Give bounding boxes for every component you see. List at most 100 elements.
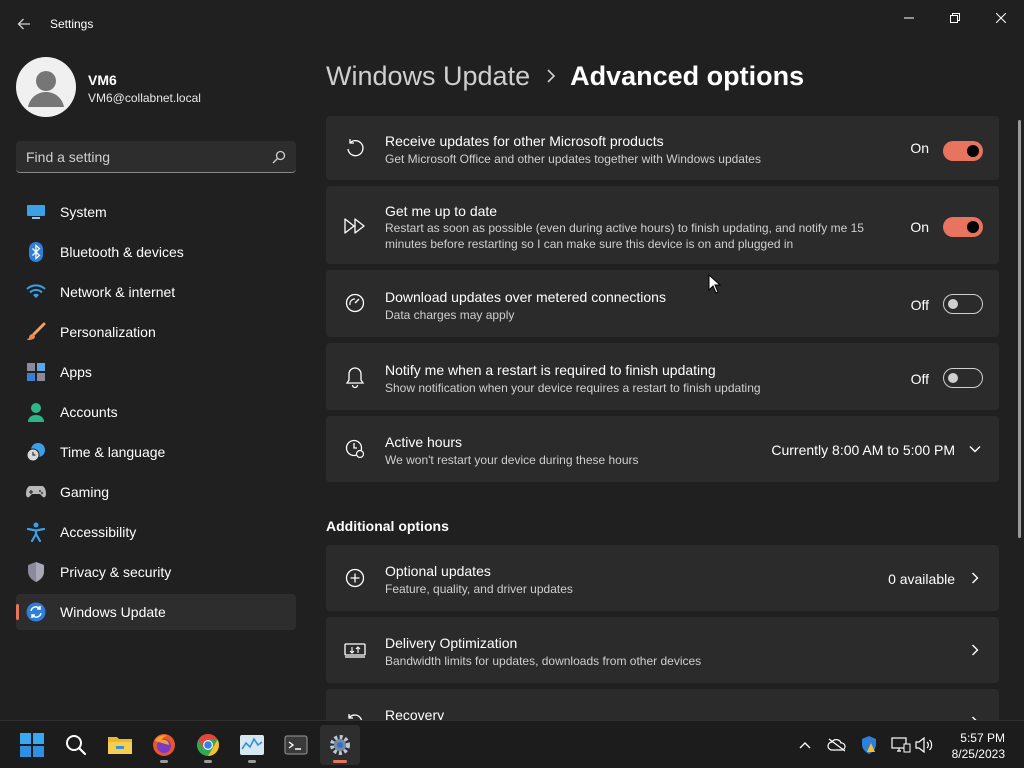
security-shield-icon[interactable] <box>859 735 879 755</box>
setting-card-active-hours[interactable]: Active hours We won't restart your devic… <box>326 416 999 482</box>
sidebar-item-system[interactable]: System <box>16 194 296 230</box>
wifi-icon <box>26 282 46 302</box>
setting-description: Feature, quality, and driver updates <box>385 582 573 596</box>
settings-content: Receive updates for other Microsoft prod… <box>326 112 999 720</box>
chevron-down-icon[interactable] <box>967 441 983 457</box>
delivery-optimization-icon <box>344 639 366 661</box>
setting-title: Download updates over metered connection… <box>385 289 666 305</box>
section-title: Additional options <box>326 518 449 534</box>
settings-icon <box>330 735 350 755</box>
chrome-icon <box>197 734 219 756</box>
setting-title: Receive updates for other Microsoft prod… <box>385 133 664 149</box>
back-button[interactable] <box>12 12 36 36</box>
taskbar-firefox[interactable] <box>144 725 184 765</box>
bluetooth-icon <box>26 242 46 262</box>
taskbar-task-manager[interactable] <box>232 725 272 765</box>
toggle-switch[interactable] <box>943 368 983 388</box>
chevron-up-icon[interactable] <box>795 735 815 755</box>
onedrive-offline-icon[interactable] <box>827 735 847 755</box>
page-title: Advanced options <box>570 60 805 91</box>
apps-icon <box>26 362 46 382</box>
sidebar-item-label: Bluetooth & devices <box>60 244 184 260</box>
app-title: Settings <box>50 17 94 31</box>
back-arrow-icon <box>17 18 30 30</box>
mouse-cursor-icon <box>708 274 722 294</box>
taskbar-search-button[interactable] <box>56 725 96 765</box>
setting-card-get-up-to-date: Get me up to date Restart as soon as pos… <box>326 186 999 264</box>
start-button[interactable] <box>12 725 52 765</box>
clock-time: 5:57 PM <box>960 731 1005 745</box>
add-circle-icon <box>344 567 366 589</box>
firefox-icon <box>153 734 175 756</box>
active-hours-value: Currently 8:00 AM to 5:00 PM <box>771 442 955 458</box>
optional-updates-count: 0 available <box>888 571 955 587</box>
close-button[interactable] <box>978 4 1024 32</box>
setting-title: Recovery <box>385 707 445 720</box>
setting-description: Restart as soon as possible (even during… <box>385 221 864 251</box>
user-profile[interactable]: VM6 VM6@collabnet.local <box>16 57 306 117</box>
optional-updates-card[interactable]: Optional updates Feature, quality, and d… <box>326 545 999 611</box>
search-box[interactable] <box>16 141 296 173</box>
task-manager-icon <box>240 735 264 755</box>
accessibility-icon <box>26 522 46 542</box>
restore-icon <box>950 13 960 23</box>
profile-name: VM6 <box>88 72 117 88</box>
terminal-icon <box>284 735 308 755</box>
toggle-switch[interactable] <box>943 141 983 161</box>
refresh-icon <box>344 137 366 159</box>
setting-description: Data charges may apply <box>385 308 515 322</box>
sidebar-item-windows-update[interactable]: Windows Update <box>16 594 296 630</box>
clock-settings-icon <box>344 438 366 460</box>
chevron-right-icon[interactable] <box>967 570 983 586</box>
update-icon <box>26 602 46 622</box>
minimize-button[interactable] <box>886 4 932 32</box>
shield-icon <box>26 562 46 582</box>
sidebar-item-apps[interactable]: Apps <box>16 354 296 390</box>
setting-title: Active hours <box>385 434 463 450</box>
system-icon <box>26 202 46 222</box>
sidebar-item-network[interactable]: Network & internet <box>16 274 296 310</box>
sidebar-item-label: Personalization <box>60 324 156 340</box>
file-explorer-icon <box>108 737 132 754</box>
volume-icon[interactable] <box>914 735 934 755</box>
breadcrumb-separator-icon <box>546 69 556 83</box>
taskbar: 5:57 PM 8/25/2023 <box>0 720 1024 768</box>
start-icon <box>20 733 44 757</box>
taskbar-clock[interactable]: 5:57 PM 8/25/2023 <box>952 730 1005 762</box>
taskbar-file-explorer[interactable] <box>100 725 140 765</box>
clock-globe-icon <box>26 442 46 462</box>
sidebar-nav: System Bluetooth & devices Network & int… <box>16 194 296 634</box>
sidebar-item-privacy[interactable]: Privacy & security <box>16 554 296 590</box>
setting-description: Show notification when your device requi… <box>385 381 761 395</box>
taskbar-settings[interactable] <box>320 725 360 765</box>
toggle-switch[interactable] <box>943 217 983 237</box>
search-input[interactable] <box>26 148 256 166</box>
restore-button[interactable] <box>932 4 978 32</box>
scrollbar[interactable] <box>1018 120 1021 538</box>
setting-title: Optional updates <box>385 563 491 579</box>
setting-description: Bandwidth limits for updates, downloads … <box>385 654 702 668</box>
setting-title: Notify me when a restart is required to … <box>385 362 716 378</box>
chevron-right-icon[interactable] <box>967 642 983 658</box>
sidebar-item-gaming[interactable]: Gaming <box>16 474 296 510</box>
close-icon <box>996 13 1006 23</box>
clock-date: 8/25/2023 <box>951 747 1005 761</box>
title-bar: Settings <box>0 0 1024 48</box>
search-icon <box>66 735 87 756</box>
sidebar-item-time-language[interactable]: Time & language <box>16 434 296 470</box>
breadcrumb-parent-link[interactable]: Windows Update <box>326 61 530 92</box>
recovery-card[interactable]: Recovery <box>326 689 999 720</box>
sidebar-item-personalization[interactable]: Personalization <box>16 314 296 350</box>
toggle-state-label: On <box>910 219 929 235</box>
network-icon[interactable] <box>891 735 911 755</box>
search-icon <box>272 150 286 164</box>
toggle-switch[interactable] <box>943 294 983 314</box>
sidebar-item-accounts[interactable]: Accounts <box>16 394 296 430</box>
delivery-optimization-card[interactable]: Delivery Optimization Bandwidth limits f… <box>326 617 999 683</box>
sidebar-item-accessibility[interactable]: Accessibility <box>16 514 296 550</box>
taskbar-chrome[interactable] <box>188 725 228 765</box>
toggle-state-label: Off <box>910 371 929 387</box>
sidebar-item-bluetooth[interactable]: Bluetooth & devices <box>16 234 296 270</box>
gamepad-icon <box>26 482 46 502</box>
taskbar-terminal[interactable] <box>276 725 316 765</box>
